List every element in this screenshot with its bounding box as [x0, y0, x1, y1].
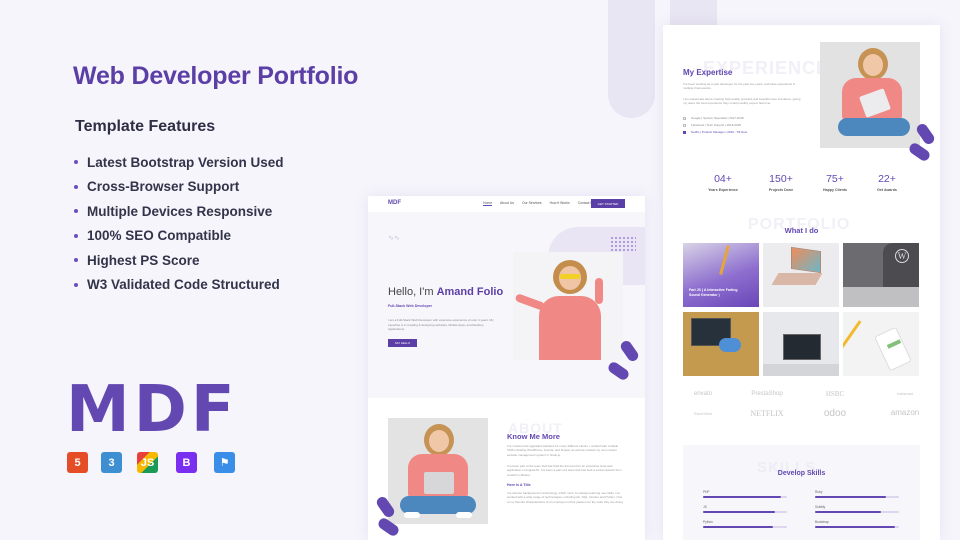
hero-section: ∿∿ Hello, I'm Amand Folio Full-Stack Web…: [368, 212, 645, 398]
bullet-icon: [74, 233, 78, 238]
stat-clients: 75+ Happy Clients: [823, 173, 847, 192]
bootstrap-icon: B: [176, 452, 197, 473]
skill-python: Python: [703, 520, 787, 529]
client-logo: envato: [693, 391, 712, 397]
about-heading: Know Me More: [507, 432, 560, 441]
checkbox-icon: [683, 130, 686, 134]
portfolio-tile[interactable]: [683, 312, 759, 376]
bullet-icon: [74, 160, 78, 165]
bullet-icon: [74, 184, 78, 189]
skill-bar-fill: [703, 511, 776, 514]
hero-photo: [513, 252, 623, 360]
features-heading: Template Features: [75, 118, 216, 135]
about-subheading: Here Is A Title: [507, 483, 531, 487]
portfolio-caption: Fart JS ( A Interactive Farting Sound Ge…: [689, 288, 738, 297]
hero-text: I am a Full-Stack Web Developer with ext…: [388, 318, 494, 331]
client-logo: PrestaShop: [751, 391, 783, 397]
client-logo: amazon: [890, 408, 920, 417]
feature-item: Latest Bootstrap Version Used: [74, 150, 284, 175]
skill-bootstrap: Bootstrap: [815, 520, 899, 529]
dot-grid-decor: [610, 236, 636, 252]
about-paragraph: I've diverse background in technology, w…: [507, 491, 624, 504]
expertise-paragraph: I've been working as a web developer for…: [683, 82, 796, 91]
skill-bar: [703, 496, 787, 499]
detail-page-mockup: EXPERIENCE My Expertise I've been workin…: [663, 25, 940, 540]
portfolio-tile[interactable]: [763, 312, 839, 376]
client-logo: odoo: [823, 408, 847, 419]
nav-home[interactable]: Home: [483, 201, 493, 206]
decorative-pill: [670, 0, 717, 28]
skill-bar: [815, 496, 899, 499]
skill-bar: [815, 511, 899, 514]
skill-bar-fill: [815, 511, 882, 514]
skill-solidity: Solidity: [815, 505, 899, 514]
mockup-navbar: MDF Home About Us Our Services How It Wo…: [368, 196, 645, 212]
skill-bar: [815, 526, 899, 529]
bullet-icon: [74, 258, 78, 263]
feature-item: Cross-Browser Support: [74, 175, 284, 200]
nav-how-it-works[interactable]: How It Works: [550, 201, 570, 206]
checkbox-icon: [683, 116, 686, 120]
job-item-active: Netflix | Product Manager | 2020 - Till …: [683, 130, 747, 134]
skill-bar-fill: [703, 526, 773, 529]
job-item: Google | System Specialist | 2017-2018: [683, 116, 744, 120]
say-hello-button[interactable]: SAY HELLO: [388, 339, 417, 347]
skill-bar-fill: [815, 526, 895, 529]
stat-projects: 150+ Projects Done: [768, 173, 794, 192]
client-logo: StoreView: [693, 411, 713, 416]
mockup-nav-links: Home About Us Our Services How It Works …: [483, 201, 595, 206]
get-started-button[interactable]: GET STARTED: [591, 199, 625, 208]
skill-bar-fill: [815, 496, 887, 499]
portfolio-heading: What I do: [784, 226, 819, 235]
features-list: Latest Bootstrap Version Used Cross-Brow…: [74, 150, 284, 297]
job-item: Facebook | Tech Support | 2018-2020: [683, 123, 741, 127]
wave-icon: ∿∿: [388, 235, 400, 242]
decorative-pill: [608, 0, 655, 118]
stat-years: 04+ Years Experience: [708, 173, 738, 192]
wordpress-icon: W: [895, 249, 909, 263]
bullet-icon: [74, 282, 78, 287]
client-logo: NETFLIX: [750, 409, 784, 418]
about-paragraph: I've been part of the team that has buil…: [507, 464, 622, 477]
skill-js: JS: [703, 505, 787, 514]
skill-php: PHP: [703, 490, 787, 499]
client-logo: indiamart: [896, 391, 914, 396]
about-paragraph: I've created and upgraded websites for m…: [507, 444, 619, 457]
bullet-icon: [74, 209, 78, 214]
expertise-paragraph: I am passionate about creating high qual…: [683, 97, 801, 106]
expertise-photo: [820, 42, 920, 148]
skill-ruby: Ruby: [815, 490, 899, 499]
feature-item: Multiple Devices Responsive: [74, 199, 284, 224]
skills-heading: Develop Skills: [777, 470, 826, 477]
hero-heading: Hello, I'm Amand Folio: [388, 286, 504, 298]
hero-role: Full-Stack Web Developer: [388, 304, 433, 308]
nav-services[interactable]: Our Services: [522, 201, 542, 206]
portfolio-tile[interactable]: [763, 243, 839, 307]
expertise-heading: My Expertise: [683, 68, 733, 77]
html5-icon: 5: [67, 452, 88, 473]
css3-icon: 3: [101, 452, 122, 473]
flag-icon: ⚑: [214, 452, 235, 473]
js-icon: JS: [137, 452, 158, 473]
feature-item: 100% SEO Compatible: [74, 224, 284, 249]
portfolio-tile[interactable]: Fart JS ( A Interactive Farting Sound Ge…: [683, 243, 759, 307]
home-page-mockup: MDF Home About Us Our Services How It Wo…: [368, 196, 645, 540]
skills-section: SKILLS Develop Skills PHP Ruby JS Solidi…: [683, 445, 920, 540]
decorative-slash: [606, 360, 631, 382]
nav-about[interactable]: About Us: [500, 201, 514, 206]
portfolio-tile[interactable]: W: [843, 243, 919, 307]
portfolio-tile[interactable]: [843, 312, 919, 376]
feature-item: W3 Validated Code Structured: [74, 273, 284, 298]
about-photo: [388, 418, 488, 524]
skill-bar: [703, 511, 787, 514]
brand-logo: MDF: [66, 373, 239, 447]
skill-bar: [703, 526, 787, 529]
mockup-logo: MDF: [388, 200, 401, 206]
feature-item: Highest PS Score: [74, 248, 284, 273]
page-title: Web Developer Portfolio: [73, 62, 359, 90]
checkbox-icon: [683, 123, 686, 127]
skill-bar-fill: [703, 496, 782, 499]
stat-awards: 22+ Get Awards: [877, 173, 897, 192]
client-logo: HSBC: [825, 390, 845, 398]
